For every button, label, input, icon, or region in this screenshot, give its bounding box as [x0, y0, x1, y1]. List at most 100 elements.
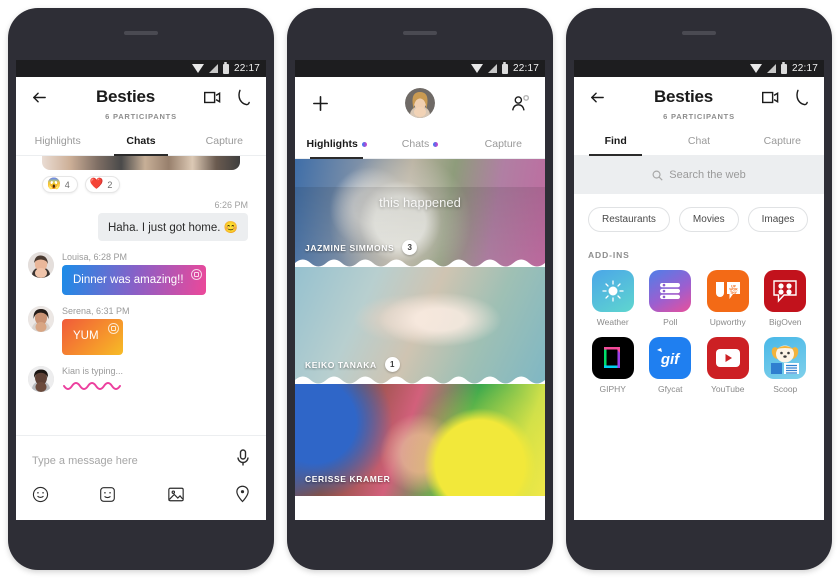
tab-chat[interactable]: Chat: [657, 126, 740, 155]
back-arrow-icon[interactable]: [28, 86, 50, 108]
tab-highlights[interactable]: Highlights: [295, 129, 378, 159]
incoming-message-bubble[interactable]: YUM: [62, 319, 123, 355]
addin-scoop[interactable]: Scoop: [757, 337, 815, 394]
chat-message-list[interactable]: 😱 4 ❤️ 2 6:26 PM Haha. I just got home. …: [16, 156, 266, 451]
addin-weather[interactable]: Weather: [584, 270, 642, 327]
highlight-author: JAZMINE SIMMONS: [305, 242, 395, 253]
add-reaction-icon[interactable]: [190, 269, 202, 280]
highlight-count-badge: 1: [384, 357, 400, 372]
status-bar: 22:17: [574, 60, 824, 77]
addins-grid: Weather Poll UP WOR THY Upworthy BigOven…: [574, 260, 824, 394]
addin-upworthy[interactable]: UP WOR THY Upworthy: [699, 270, 757, 327]
earpiece-speaker: [682, 31, 716, 35]
wifi-icon: [470, 64, 483, 73]
participants-count: 6 PARTICIPANTS: [105, 112, 177, 121]
reaction-count: 4: [64, 179, 70, 190]
web-search-bar[interactable]: Search the web: [574, 156, 824, 194]
reaction-chip[interactable]: 😱 4: [42, 176, 78, 193]
phone1-tab-bar: Highlights Chats Capture: [16, 126, 266, 156]
reaction-chip[interactable]: ❤️ 2: [84, 176, 121, 193]
chip-movies[interactable]: Movies: [678, 207, 739, 232]
sticker-icon[interactable]: [99, 486, 116, 508]
phone-device-2: 22:17 Highlights Chats Capture this happ…: [287, 8, 553, 570]
status-bar: 22:17: [295, 60, 545, 77]
tab-capture[interactable]: Capture: [462, 129, 545, 158]
outgoing-message-bubble[interactable]: Haha. I just got home. 😊: [97, 213, 248, 241]
page-title: Besties: [95, 87, 156, 107]
poll-bars-icon: [649, 270, 692, 312]
heart-icon: ❤️: [89, 178, 104, 190]
addin-label: GIPHY: [599, 384, 626, 394]
addin-label: YouTube: [711, 384, 745, 394]
earpiece-speaker: [124, 31, 158, 35]
highlight-card[interactable]: CERISSE KRAMER: [295, 384, 545, 496]
plus-icon[interactable]: [309, 92, 331, 114]
svg-text:gif: gif: [660, 351, 681, 368]
tab-label: Highlights: [306, 138, 358, 150]
add-person-icon[interactable]: [509, 92, 531, 114]
status-time: 22:17: [791, 63, 818, 74]
phone-call-icon[interactable]: [232, 86, 254, 108]
message-text: Dinner was amazing!!: [73, 274, 184, 286]
gfycat-gif-icon: gif: [649, 337, 692, 379]
tab-capture[interactable]: Capture: [741, 126, 824, 155]
addin-label: Poll: [663, 317, 678, 327]
avatar[interactable]: [28, 366, 54, 392]
photo-message-thumbnail[interactable]: [42, 156, 240, 170]
message-input[interactable]: Type a message here: [32, 455, 138, 467]
microphone-icon[interactable]: [236, 449, 250, 472]
avatar[interactable]: [28, 306, 54, 332]
message-composer: Type a message here: [16, 435, 266, 520]
addin-label: Upworthy: [709, 317, 746, 327]
unread-dot-icon: [361, 141, 367, 147]
phone2-tab-bar: Highlights Chats Capture: [295, 129, 545, 159]
highlight-card[interactable]: KEIKO TANAKA 1: [295, 267, 545, 384]
tab-chats[interactable]: Chats: [378, 129, 461, 158]
signal-icon: [487, 64, 497, 73]
video-call-icon[interactable]: [201, 86, 223, 108]
avatar[interactable]: [28, 252, 54, 278]
weather-sun-icon: [591, 270, 634, 312]
back-arrow-icon[interactable]: [586, 86, 608, 108]
chip-restaurants[interactable]: Restaurants: [588, 207, 670, 232]
tab-capture[interactable]: Capture: [183, 126, 266, 155]
status-bar: 22:17: [16, 60, 266, 77]
photo-icon[interactable]: [167, 486, 185, 508]
chip-images[interactable]: Images: [747, 207, 809, 232]
addin-youtube[interactable]: YouTube: [699, 337, 757, 394]
phone3-tab-bar: Find Chat Capture: [574, 126, 824, 156]
highlights-feed[interactable]: this happened JAZMINE SIMMONS 3 KEIKO TA…: [295, 159, 545, 496]
phone3-screen: 22:17 Besties 6 PARTICIPANTS Find Chat C…: [574, 60, 824, 520]
addin-bigoven[interactable]: BigOven: [757, 270, 815, 327]
bigoven-icon: [764, 270, 807, 312]
addin-label: Scoop: [773, 384, 798, 394]
addin-giphy[interactable]: GIPHY: [584, 337, 642, 394]
tab-chats[interactable]: Chats: [99, 126, 182, 156]
phone-device-3: 22:17 Besties 6 PARTICIPANTS Find Chat C…: [566, 8, 832, 570]
message-sender-meta: Louisa, 6:28 PM: [62, 252, 128, 262]
incoming-message-bubble[interactable]: Dinner was amazing!!: [62, 265, 206, 295]
search-icon: [652, 170, 663, 181]
svg-text:THY: THY: [730, 291, 738, 295]
search-input[interactable]: Search the web: [669, 169, 745, 181]
phone-call-icon[interactable]: [790, 86, 812, 108]
message-text: YUM: [73, 330, 99, 342]
tab-find[interactable]: Find: [574, 126, 657, 156]
phone2-app-bar: [295, 77, 545, 129]
video-call-icon[interactable]: [759, 86, 781, 108]
tab-highlights[interactable]: Highlights: [16, 126, 99, 155]
add-reaction-icon[interactable]: [107, 323, 119, 334]
phone3-app-bar: Besties 6 PARTICIPANTS: [574, 77, 824, 126]
phone1-app-bar: Besties 6 PARTICIPANTS: [16, 77, 266, 126]
emoji-icon[interactable]: [32, 486, 49, 508]
location-icon[interactable]: [235, 485, 250, 508]
page-title: Besties: [653, 87, 714, 107]
addin-gfycat[interactable]: gif Gfycat: [642, 337, 700, 394]
addin-poll[interactable]: Poll: [642, 270, 700, 327]
addins-section-label: ADD-INS: [588, 250, 630, 260]
highlight-card[interactable]: this happened JAZMINE SIMMONS 3: [295, 159, 545, 267]
avatar[interactable]: [405, 88, 435, 118]
tab-label: Capture: [484, 138, 522, 150]
tab-label: Chats: [401, 138, 430, 150]
typing-wave-icon: [62, 379, 266, 397]
